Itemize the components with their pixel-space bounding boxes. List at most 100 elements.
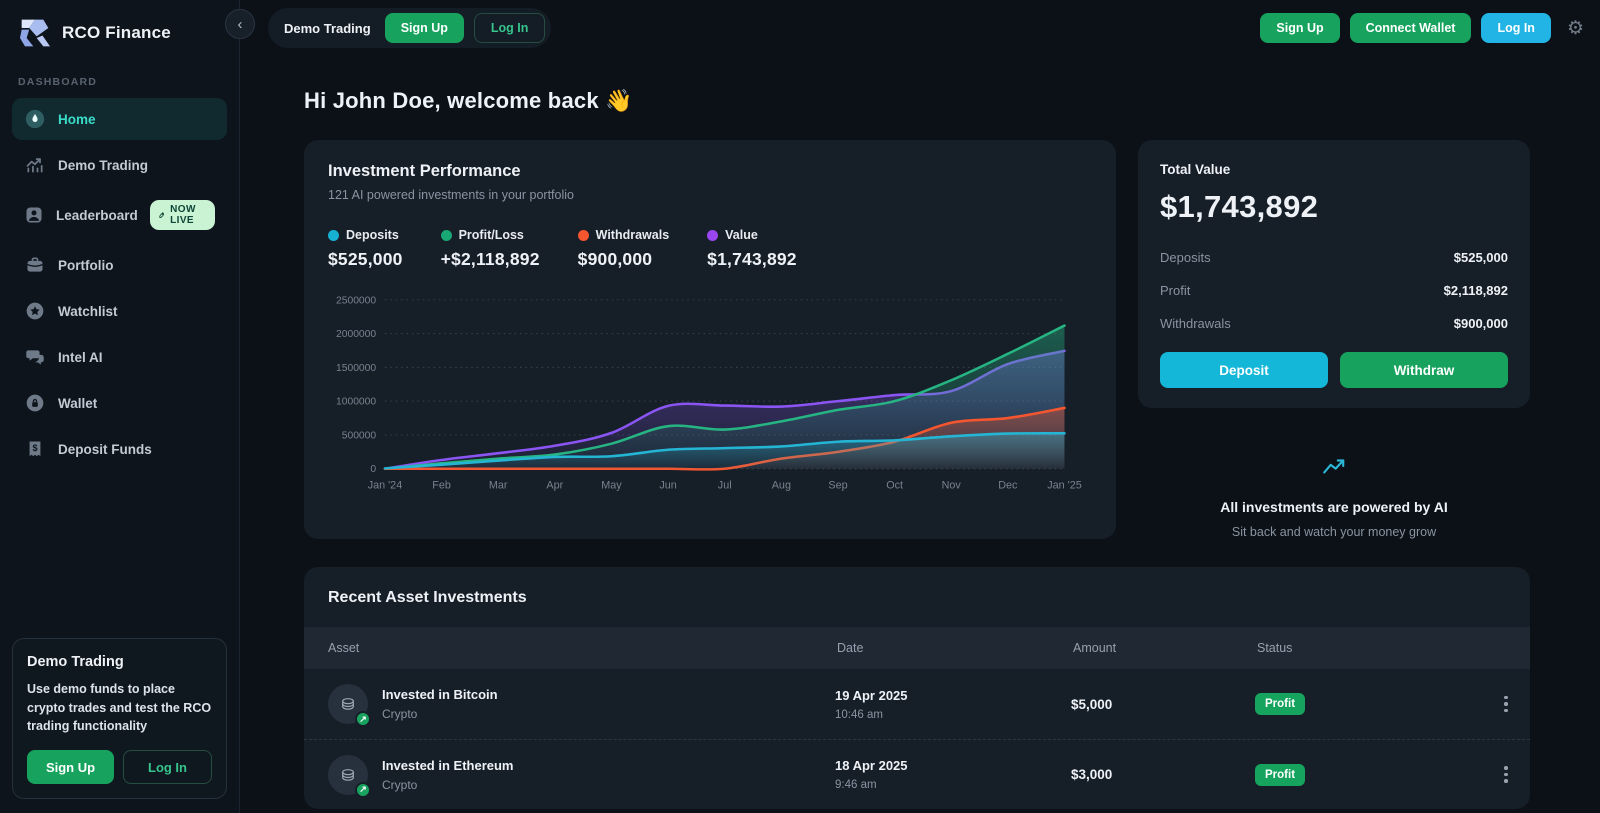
svg-text:Oct: Oct: [886, 479, 903, 491]
header-login-button[interactable]: Log In: [1481, 13, 1551, 43]
brand-name: RCO Finance: [62, 23, 171, 43]
ai-note: All investments are powered by AI Sit ba…: [1138, 454, 1530, 539]
topbar-demo-pill: Demo Trading Sign Up Log In: [268, 8, 551, 48]
svg-text:Apr: Apr: [546, 479, 563, 491]
legend-label: Profit/Loss: [459, 228, 524, 242]
svg-text:Aug: Aug: [772, 479, 791, 491]
topbar: Demo Trading Sign Up Log In Sign Up Conn…: [240, 0, 1600, 54]
investment-time: 9:46 am: [835, 779, 1071, 791]
svg-text:Jun: Jun: [659, 479, 676, 491]
investment-time: 10:46 am: [835, 709, 1071, 721]
sidebar-item-deposit-funds[interactable]: $ Deposit Funds: [12, 428, 227, 470]
total-value-card: Total Value $1,743,892 Deposits $525,000…: [1138, 140, 1530, 408]
deposit-button[interactable]: Deposit: [1160, 352, 1328, 388]
promo-signup-button[interactable]: Sign Up: [27, 750, 114, 784]
sidebar-collapse-button[interactable]: ‹: [225, 9, 255, 39]
legend-dot-withdrawals: [578, 230, 589, 241]
asset-category: Crypto: [382, 707, 498, 721]
sidebar-item-wallet[interactable]: Wallet: [12, 382, 227, 424]
trend-up-icon: [1319, 454, 1349, 485]
main-content: Demo Trading Sign Up Log In Sign Up Conn…: [240, 0, 1600, 813]
promo-body: Use demo funds to place crypto trades an…: [27, 680, 212, 736]
lock-icon: [24, 392, 46, 414]
legend-item-value[interactable]: Value $1,743,892: [707, 228, 797, 270]
table-row[interactable]: ↗ Invested in Ethereum Crypto 18 Apr 202…: [304, 739, 1530, 809]
summary-value: $900,000: [1454, 316, 1508, 331]
settings-gear-icon[interactable]: ⚙: [1567, 19, 1584, 38]
sidebar-item-label: Home: [58, 112, 96, 127]
row-menu-kebab-icon[interactable]: [1482, 692, 1530, 717]
brand: RCO Finance: [12, 14, 227, 48]
total-value-title: Total Value: [1160, 162, 1508, 177]
withdraw-button[interactable]: Withdraw: [1340, 352, 1508, 388]
investment-amount: $3,000: [1071, 767, 1255, 782]
topbar-login-button[interactable]: Log In: [474, 13, 546, 43]
sidebar-item-label: Wallet: [58, 396, 97, 411]
status-badge: Profit: [1255, 693, 1305, 715]
svg-text:Jan '24: Jan '24: [368, 479, 402, 491]
svg-text:Jul: Jul: [718, 479, 732, 491]
summary-value: $525,000: [1454, 250, 1508, 265]
sidebar: RCO Finance DASHBOARD Home Demo Trading …: [0, 0, 240, 813]
sidebar-item-home[interactable]: Home: [12, 98, 227, 140]
svg-text:Jan '25: Jan '25: [1047, 479, 1081, 491]
legend-value: $900,000: [578, 249, 670, 270]
column-header-asset-date: Date: [835, 641, 1071, 655]
rocket-icon: [158, 209, 166, 221]
legend-dot-profit-loss: [441, 230, 452, 241]
promo-title: Demo Trading: [27, 654, 212, 670]
legend-label: Deposits: [346, 228, 399, 242]
page-greeting: Hi John Doe, welcome back 👋: [240, 54, 1600, 114]
svg-text:1000000: 1000000: [336, 397, 376, 408]
chat-bubbles-icon: [24, 346, 46, 368]
sidebar-section-label: DASHBOARD: [18, 76, 221, 88]
asset-coin-icon: ↗: [328, 755, 368, 795]
promo-login-button[interactable]: Log In: [123, 750, 212, 784]
summary-row-deposits: Deposits $525,000: [1160, 241, 1508, 274]
svg-text:2500000: 2500000: [336, 295, 376, 306]
sidebar-item-demo-trading[interactable]: Demo Trading: [12, 144, 227, 186]
svg-text:May: May: [601, 479, 622, 491]
ai-note-title: All investments are powered by AI: [1158, 499, 1510, 515]
table-row[interactable]: ↗ Invested in Bitcoin Crypto 19 Apr 2025…: [304, 669, 1530, 739]
svg-text:2000000: 2000000: [336, 329, 376, 340]
asset-coin-icon: ↗: [328, 684, 368, 724]
legend-value: +$2,118,892: [441, 249, 540, 270]
demo-trading-promo-card: Demo Trading Use demo funds to place cry…: [12, 638, 227, 799]
asset-name: Invested in Bitcoin: [382, 687, 498, 702]
right-column: Total Value $1,743,892 Deposits $525,000…: [1138, 140, 1530, 539]
brand-logo-icon: [18, 18, 52, 48]
chart-subtitle: 121 AI powered investments in your portf…: [328, 188, 1092, 202]
home-icon: [24, 108, 46, 130]
connect-wallet-button[interactable]: Connect Wallet: [1350, 13, 1472, 43]
table-header-row: Asset Date Amount Status: [304, 627, 1530, 669]
ai-note-subtitle: Sit back and watch your money grow: [1158, 525, 1510, 539]
investment-date: 18 Apr 2025: [835, 758, 1071, 773]
sidebar-item-label: Intel AI: [58, 350, 103, 365]
sidebar-item-watchlist[interactable]: Watchlist: [12, 290, 227, 332]
svg-text:Mar: Mar: [489, 479, 508, 491]
sidebar-item-portfolio[interactable]: Portfolio: [12, 244, 227, 286]
sidebar-item-label: Leaderboard: [56, 208, 138, 223]
briefcase-icon: [24, 254, 46, 276]
recent-investments-title: Recent Asset Investments: [304, 567, 1530, 627]
status-badge: Profit: [1255, 764, 1305, 786]
trading-chart-icon: [24, 154, 46, 176]
svg-text:0: 0: [370, 464, 376, 475]
legend-item-withdrawals[interactable]: Withdrawals $900,000: [578, 228, 670, 270]
performance-chart: 05000001000000150000020000002500000Jan '…: [328, 290, 1092, 494]
header-signup-button[interactable]: Sign Up: [1260, 13, 1339, 43]
sidebar-item-intel-ai[interactable]: Intel AI: [12, 336, 227, 378]
row-menu-kebab-icon[interactable]: [1482, 762, 1530, 787]
investment-date: 19 Apr 2025: [835, 688, 1071, 703]
legend-item-deposits[interactable]: Deposits $525,000: [328, 228, 403, 270]
legend-item-profit-loss[interactable]: Profit/Loss +$2,118,892: [441, 228, 540, 270]
topbar-demo-label: Demo Trading: [284, 21, 371, 36]
sidebar-item-leaderboard[interactable]: Leaderboard NOW LIVE: [12, 190, 227, 240]
performance-chart-area[interactable]: 05000001000000150000020000002500000Jan '…: [328, 290, 1092, 494]
column-header-status: Status: [1255, 641, 1482, 655]
summary-label: Withdrawals: [1160, 316, 1231, 331]
topbar-signup-button[interactable]: Sign Up: [385, 13, 464, 43]
sidebar-item-label: Watchlist: [58, 304, 118, 319]
legend-label: Withdrawals: [596, 228, 670, 242]
